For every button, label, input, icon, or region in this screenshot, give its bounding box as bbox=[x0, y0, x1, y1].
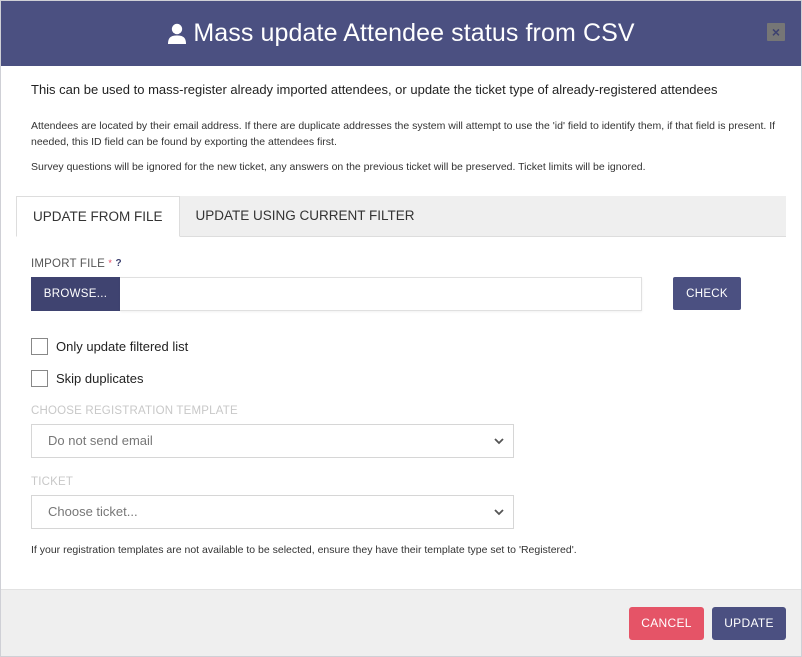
template-footnote: If your registration templates are not a… bbox=[31, 543, 577, 556]
required-marker: * bbox=[108, 257, 113, 268]
skip-duplicates-option: Skip duplicates bbox=[31, 369, 786, 387]
ticket-label: TICKET bbox=[31, 475, 74, 488]
help-icon[interactable]: ? bbox=[116, 258, 122, 269]
mass-update-modal: Mass update Attendee status from CSV × T… bbox=[0, 0, 802, 657]
update-button[interactable]: UPDATE bbox=[712, 606, 786, 640]
browse-button[interactable]: BROWSE... bbox=[31, 276, 120, 311]
file-input-row: BROWSE... CHECK bbox=[31, 276, 786, 311]
registration-template-value: Do not send email bbox=[48, 433, 153, 448]
tab-bar: UPDATE FROM FILE UPDATE USING CURRENT FI… bbox=[16, 195, 786, 237]
modal-header: Mass update Attendee status from CSV × bbox=[1, 1, 801, 66]
only-filtered-checkbox[interactable] bbox=[31, 337, 48, 355]
survey-note: Survey questions will be ignored for the… bbox=[31, 161, 646, 173]
file-path-input[interactable] bbox=[120, 276, 642, 311]
intro-text: This can be used to mass-register alread… bbox=[31, 82, 718, 97]
modal-title: Mass update Attendee status from CSV bbox=[193, 19, 635, 47]
chevron-down-icon bbox=[493, 435, 505, 447]
chevron-down-icon bbox=[493, 506, 505, 518]
skip-duplicates-label[interactable]: Skip duplicates bbox=[56, 371, 143, 386]
skip-duplicates-checkbox[interactable] bbox=[31, 369, 48, 387]
email-lookup-note: Attendees are located by their email add… bbox=[31, 120, 776, 148]
only-filtered-option: Only update filtered list bbox=[31, 337, 786, 355]
ticket-select[interactable]: Choose ticket... bbox=[31, 494, 514, 529]
update-from-file-panel: IMPORT FILE * ? BROWSE... CHECK Only upd… bbox=[16, 258, 786, 556]
import-file-label: IMPORT FILE * ? bbox=[31, 258, 786, 270]
user-icon bbox=[167, 23, 187, 45]
close-button[interactable]: × bbox=[767, 23, 785, 41]
tab-update-from-file[interactable]: UPDATE FROM FILE bbox=[16, 195, 180, 237]
check-button[interactable]: CHECK bbox=[673, 277, 741, 310]
modal-body: This can be used to mass-register alread… bbox=[1, 82, 801, 556]
only-filtered-label[interactable]: Only update filtered list bbox=[56, 339, 188, 354]
registration-template-select[interactable]: Do not send email bbox=[31, 423, 514, 458]
modal-title-row: Mass update Attendee status from CSV bbox=[167, 19, 635, 48]
cancel-button[interactable]: CANCEL bbox=[629, 606, 704, 640]
ticket-value: Choose ticket... bbox=[48, 504, 138, 519]
close-icon: × bbox=[771, 24, 781, 40]
import-file-label-text: IMPORT FILE bbox=[31, 257, 105, 270]
tab-update-using-current-filter[interactable]: UPDATE USING CURRENT FILTER bbox=[180, 196, 431, 236]
registration-template-label: CHOOSE REGISTRATION TEMPLATE bbox=[31, 404, 238, 417]
modal-footer: CANCEL UPDATE bbox=[1, 589, 801, 656]
